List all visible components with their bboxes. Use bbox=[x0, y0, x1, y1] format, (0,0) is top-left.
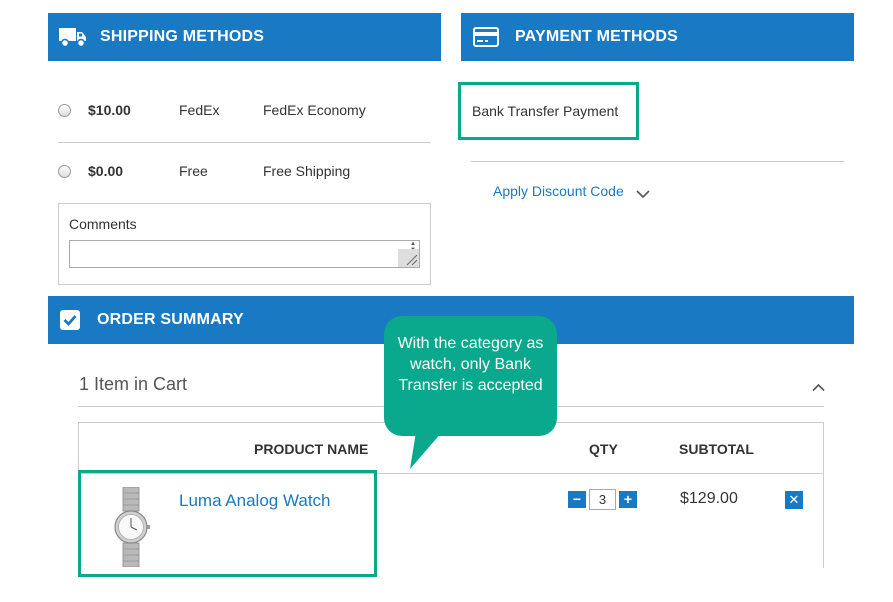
product-name-link[interactable]: Luma Analog Watch bbox=[179, 491, 331, 511]
truck-icon bbox=[59, 25, 87, 49]
shipping-carrier: FedEx bbox=[179, 102, 220, 118]
payment-method-label: Bank Transfer Payment bbox=[472, 103, 619, 119]
column-header-product-name: PRODUCT NAME bbox=[254, 441, 369, 457]
annotation-text: With the category as watch, only Bank Tr… bbox=[397, 335, 544, 394]
checkbox-checked-icon bbox=[60, 310, 80, 330]
shipping-methods-header: SHIPPING METHODS bbox=[48, 13, 441, 61]
qty-increase-button[interactable]: + bbox=[619, 491, 637, 508]
shipping-radio-free[interactable] bbox=[58, 165, 71, 178]
shipping-price: $0.00 bbox=[88, 163, 124, 179]
qty-input[interactable]: 3 bbox=[589, 489, 616, 510]
shipping-methods-title: SHIPPING METHODS bbox=[100, 28, 265, 45]
payment-methods-title: PAYMENT METHODS bbox=[515, 28, 679, 45]
comments-label: Comments bbox=[69, 216, 137, 232]
resize-grip-icon[interactable] bbox=[398, 249, 419, 267]
apply-discount-toggle[interactable]: Apply Discount Code bbox=[493, 183, 650, 199]
payment-methods-header: PAYMENT METHODS bbox=[461, 13, 854, 61]
shipping-radio-fedex[interactable] bbox=[58, 104, 71, 117]
remove-item-button[interactable]: ✕ bbox=[785, 491, 803, 509]
payment-method-option[interactable]: Bank Transfer Payment bbox=[458, 82, 639, 140]
items-in-cart-toggle[interactable]: 1 Item in Cart bbox=[79, 374, 187, 395]
column-header-subtotal: SUBTOTAL bbox=[679, 441, 754, 457]
item-subtotal: $129.00 bbox=[680, 490, 738, 507]
comments-section: Comments ▲▼ bbox=[58, 203, 431, 285]
callout-pointer bbox=[408, 432, 444, 470]
shipping-carrier: Free bbox=[179, 163, 208, 179]
shipping-option-free[interactable]: $0.00 Free Free Shipping bbox=[48, 163, 441, 183]
column-header-qty: QTY bbox=[589, 441, 618, 457]
product-thumbnail[interactable] bbox=[105, 486, 157, 568]
chevron-down-icon[interactable] bbox=[636, 186, 650, 199]
qty-decrease-button[interactable]: − bbox=[568, 491, 586, 508]
shipping-divider bbox=[58, 142, 431, 143]
chevron-up-icon[interactable] bbox=[812, 379, 825, 392]
credit-card-icon bbox=[473, 25, 499, 49]
product-highlight: Luma Analog Watch bbox=[78, 470, 377, 577]
order-summary-title: ORDER SUMMARY bbox=[97, 311, 244, 328]
payment-divider bbox=[471, 161, 844, 162]
annotation-callout: With the category as watch, only Bank Tr… bbox=[384, 316, 557, 436]
shipping-method-name: FedEx Economy bbox=[263, 102, 366, 118]
shipping-price: $10.00 bbox=[88, 102, 131, 118]
apply-discount-label[interactable]: Apply Discount Code bbox=[493, 183, 624, 199]
shipping-method-name: Free Shipping bbox=[263, 163, 351, 179]
shipping-option-fedex[interactable]: $10.00 FedEx FedEx Economy bbox=[48, 102, 441, 122]
comments-textarea[interactable]: ▲▼ bbox=[69, 240, 420, 268]
